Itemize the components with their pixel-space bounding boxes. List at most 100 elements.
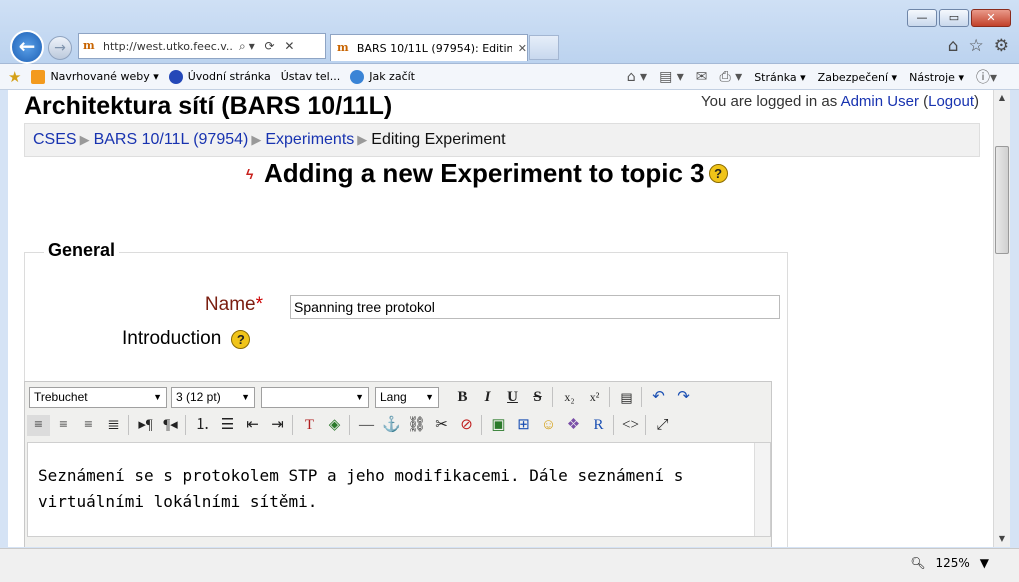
home-icon[interactable]: ⌂ ▾ xyxy=(627,69,647,85)
introduction-label: Introduction ? xyxy=(122,328,251,350)
bookmark-home[interactable]: Úvodní stránka xyxy=(168,69,271,84)
tab-title: BARS 10/11L (97954): Editin... xyxy=(356,41,512,55)
unordered-list-icon[interactable]: ☰ xyxy=(216,415,239,436)
home-icon[interactable]: ⌂ xyxy=(948,36,959,56)
bookmark-ustav[interactable]: Ústav tel... xyxy=(281,70,340,83)
bookmark-getting-started[interactable]: Jak začít xyxy=(350,69,415,84)
breadcrumb-experiments[interactable]: Experiments xyxy=(265,131,354,149)
editor-content-area[interactable]: Seznámení se s protokolem STP a jeho mod… xyxy=(27,442,771,537)
strikethrough-button[interactable]: S xyxy=(526,387,549,408)
toolbar-separator xyxy=(552,387,553,407)
nolink-icon[interactable]: ⊘ xyxy=(455,415,478,436)
heading-text: Adding a new Experiment to topic 3 xyxy=(264,158,705,188)
help-icon[interactable]: ? xyxy=(708,164,728,183)
insert-table-icon[interactable]: ⊞ xyxy=(512,415,535,436)
editor-scrollbar[interactable] xyxy=(754,443,770,536)
new-tab-button[interactable] xyxy=(529,35,559,60)
breadcrumb: CSES ▶ BARS 10/11L (97954) ▶ Experiments… xyxy=(24,123,980,157)
rtl-icon[interactable]: ¶◂ xyxy=(159,415,182,436)
bookmark-suggested[interactable]: Navrhované weby ▾ xyxy=(31,69,159,84)
horizontal-rule-icon[interactable]: — xyxy=(355,415,378,436)
address-tools[interactable]: ⌕▾ ⟳ ✕ xyxy=(239,39,297,54)
text-color-icon[interactable]: T xyxy=(298,415,321,436)
help-icon[interactable]: ? xyxy=(231,329,251,349)
editor-toolbar-row-2: ≡ ≡ ≡ ≣ ▸¶ ¶◂ ⒈ ☰ ⇤ ⇥ T ◈ — ⚓ ⛓ ✂ ⊘ ▣ ⊞ … xyxy=(25,412,674,438)
chevron-down-icon[interactable]: ▼ xyxy=(980,556,989,570)
toolbar-separator xyxy=(481,415,482,435)
font-family-select[interactable]: Trebuchet ▼ xyxy=(29,386,167,408)
gear-icon[interactable]: ⚙ xyxy=(994,36,1009,56)
smiley-icon[interactable]: ☺ xyxy=(537,415,560,436)
background-color-icon[interactable]: ◈ xyxy=(323,415,346,436)
tab-close-icon[interactable]: ✕ xyxy=(518,42,527,55)
scroll-up-icon[interactable]: ▲ xyxy=(994,90,1010,106)
security-menu[interactable]: Zabezpečení ▾ xyxy=(818,71,897,84)
search-replace-icon[interactable]: R xyxy=(587,415,610,436)
breadcrumb-course[interactable]: BARS 10/11L (97954) xyxy=(94,131,249,149)
chevron-down-icon: ▼ xyxy=(241,392,250,402)
fullscreen-icon[interactable]: ⤢ xyxy=(651,415,674,436)
insert-image-icon[interactable]: ▣ xyxy=(487,415,510,436)
print-icon[interactable]: ⎙ ▾ xyxy=(720,69,743,85)
scrollbar-thumb[interactable] xyxy=(995,146,1009,254)
back-button[interactable]: ← xyxy=(10,30,44,64)
name-input[interactable]: Spanning tree protokol xyxy=(290,295,780,319)
scroll-down-icon[interactable]: ▼ xyxy=(994,531,1010,547)
breadcrumb-current: Editing Experiment xyxy=(371,131,506,148)
format-select[interactable]: ▼ xyxy=(261,386,369,408)
fieldset-legend: General xyxy=(44,240,120,261)
window-controls: — ▭ ✕ xyxy=(905,9,1011,27)
italic-button[interactable]: I xyxy=(476,387,499,408)
underline-button[interactable]: U xyxy=(501,387,524,408)
redo-icon[interactable]: ↷ xyxy=(672,387,695,408)
zoom-control[interactable]: 🔍︎ 125% ▼ xyxy=(910,556,989,570)
undo-icon[interactable]: ↶ xyxy=(647,387,670,408)
page-scrollbar[interactable]: ▲ ▼ xyxy=(993,90,1010,547)
browser-right-icons: ⌂ ☆ ⚙ xyxy=(948,36,1009,56)
align-right-icon[interactable]: ≡ xyxy=(77,415,100,436)
justify-icon[interactable]: ≣ xyxy=(102,415,125,436)
special-char-icon[interactable]: ❖ xyxy=(562,415,585,436)
html-editor: Trebuchet ▼ 3 (12 pt) ▼ ▼ Lang ▼ B I U S x₂… xyxy=(24,381,772,547)
mail-icon[interactable]: ✉ xyxy=(696,69,708,85)
link-icon[interactable]: ⛓ xyxy=(405,415,428,436)
minimize-button[interactable]: — xyxy=(907,9,937,27)
feeds-icon[interactable]: ▤ ▾ xyxy=(659,69,684,85)
forward-button[interactable]: → xyxy=(48,36,72,60)
editor-text[interactable]: Seznámení se s protokolem STP a jeho mod… xyxy=(38,463,738,515)
anchor-icon[interactable]: ⚓ xyxy=(380,415,403,436)
user-link[interactable]: Admin User xyxy=(841,93,919,110)
logout-link[interactable]: Logout xyxy=(928,93,974,110)
toolbar-separator xyxy=(292,415,293,435)
help-icon[interactable]: ⓘ▾ xyxy=(976,67,997,87)
ltr-icon[interactable]: ▸¶ xyxy=(134,415,157,436)
html-source-icon[interactable]: <> xyxy=(619,415,642,436)
language-select[interactable]: Lang ▼ xyxy=(375,386,439,408)
indent-icon[interactable]: ⇥ xyxy=(266,415,289,436)
page-heading: ϟ Adding a new Experiment to topic 3 ? xyxy=(246,158,728,189)
close-window-button[interactable]: ✕ xyxy=(971,9,1011,27)
breadcrumb-separator: ▶ xyxy=(79,132,90,147)
unlink-icon[interactable]: ✂ xyxy=(430,415,453,436)
font-size-select[interactable]: 3 (12 pt) ▼ xyxy=(171,386,255,408)
align-center-icon[interactable]: ≡ xyxy=(52,415,75,436)
back-arrow-icon: ← xyxy=(18,34,36,58)
align-left-icon[interactable]: ≡ xyxy=(27,414,50,436)
address-bar[interactable]: m http://west.utko.feec.v... ⌕▾ ⟳ ✕ xyxy=(78,33,326,59)
superscript-button[interactable]: x² xyxy=(583,387,606,408)
breadcrumb-cses[interactable]: CSES xyxy=(33,131,77,149)
tools-menu[interactable]: Nástroje ▾ xyxy=(909,71,964,84)
tab-favicon-icon: m xyxy=(337,41,349,54)
ordered-list-icon[interactable]: ⒈ xyxy=(191,415,214,436)
bold-button[interactable]: B xyxy=(451,387,474,408)
outdent-icon[interactable]: ⇤ xyxy=(241,415,264,436)
maximize-button[interactable]: ▭ xyxy=(939,9,969,27)
tab-active[interactable]: m BARS 10/11L (97954): Editin... ✕ xyxy=(330,34,528,61)
page-menu[interactable]: Stránka ▾ xyxy=(754,71,805,84)
address-url[interactable]: http://west.utko.feec.v... xyxy=(103,40,233,53)
favorites-button[interactable]: ★ xyxy=(8,68,21,86)
bookmark-label: Jak začít xyxy=(369,70,415,83)
clean-word-icon[interactable]: ▤ xyxy=(615,387,638,408)
favorites-star-icon[interactable]: ☆ xyxy=(969,36,984,56)
subscript-button[interactable]: x₂ xyxy=(558,387,581,408)
